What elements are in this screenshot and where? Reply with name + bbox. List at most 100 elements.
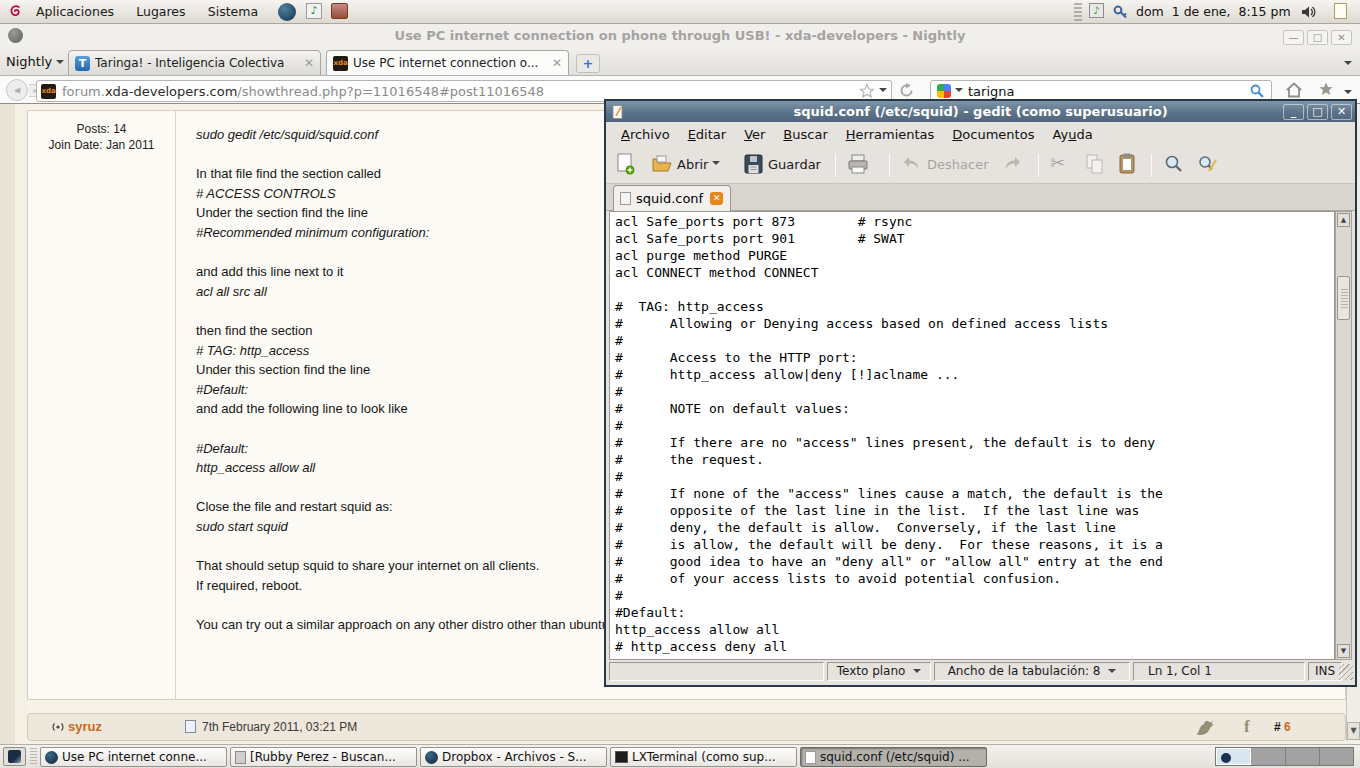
code-line: # bbox=[615, 418, 1334, 435]
maximize-button[interactable]: □ bbox=[1307, 30, 1328, 45]
post-author[interactable]: syruz bbox=[68, 719, 102, 734]
maximize-button[interactable]: □ bbox=[1307, 104, 1328, 120]
open-button[interactable]: Abrir bbox=[650, 152, 720, 176]
chevron-down-icon[interactable] bbox=[1344, 90, 1352, 98]
save-button[interactable]: Guardar bbox=[742, 152, 821, 176]
reload-icon[interactable] bbox=[898, 82, 915, 99]
taskbar-grip[interactable] bbox=[30, 748, 37, 765]
scroll-up-icon[interactable]: ▲ bbox=[1337, 213, 1350, 227]
code-line: http_access allow all bbox=[615, 622, 1334, 639]
facebook-icon[interactable]: f bbox=[1244, 717, 1250, 737]
code-line: # bbox=[615, 333, 1334, 350]
find-button[interactable] bbox=[1162, 152, 1186, 176]
replace-button[interactable] bbox=[1196, 152, 1220, 176]
task-use-pc[interactable]: Use PC internet conne... bbox=[40, 747, 227, 767]
undo-button[interactable]: Deshacer bbox=[900, 152, 988, 176]
scroll-down-icon[interactable]: ▼ bbox=[1337, 644, 1350, 658]
redo-button[interactable] bbox=[1000, 152, 1024, 176]
close-button[interactable]: ✕ bbox=[1331, 104, 1352, 120]
menu-herramientas[interactable]: Herramientas bbox=[837, 122, 944, 147]
code-line: # NOTE on default values: bbox=[615, 401, 1334, 418]
user-online-icon bbox=[50, 719, 66, 735]
editor-scrollbar[interactable]: ▲ ▼ bbox=[1335, 211, 1352, 660]
scrollbar-thumb[interactable] bbox=[1337, 276, 1350, 320]
workspace-2[interactable] bbox=[1251, 748, 1285, 765]
code-line: # TAG: http_access bbox=[615, 299, 1334, 316]
scroll-down-icon[interactable]: ▼ bbox=[1347, 722, 1360, 740]
print-button[interactable] bbox=[846, 152, 870, 176]
search-icon[interactable] bbox=[1249, 83, 1265, 99]
tray-notes-icon[interactable] bbox=[1334, 3, 1347, 19]
minimize-button[interactable]: _ bbox=[1283, 104, 1304, 120]
twitter-icon[interactable] bbox=[1194, 717, 1218, 739]
tray-music-icon[interactable]: ♪ bbox=[1089, 3, 1104, 18]
package-launcher-icon[interactable] bbox=[331, 3, 348, 19]
menu-documentos[interactable]: Documentos bbox=[943, 122, 1043, 147]
tray-key-icon[interactable] bbox=[1112, 3, 1129, 20]
workspace-3[interactable] bbox=[1286, 748, 1320, 765]
xda-favicon: xda bbox=[41, 84, 56, 99]
paste-button[interactable] bbox=[1116, 152, 1138, 176]
chevron-down-icon bbox=[1108, 669, 1116, 677]
app-menu-button[interactable]: Nightly bbox=[6, 51, 64, 73]
clock[interactable]: dom 1 de ene, 8:15 pm bbox=[1136, 0, 1291, 23]
volume-icon[interactable] bbox=[1300, 4, 1317, 20]
workspace-4[interactable] bbox=[1320, 748, 1353, 765]
task-gedit[interactable]: squid.conf (/etc/squid) ... bbox=[800, 747, 987, 767]
task-lxterminal[interactable]: LXTerminal (como sup... bbox=[610, 747, 797, 767]
post-number[interactable]: # 6 bbox=[1274, 720, 1291, 734]
new-tab-button[interactable]: + bbox=[576, 54, 600, 73]
workspace-switcher[interactable] bbox=[1215, 747, 1354, 766]
show-desktop-button[interactable] bbox=[3, 747, 26, 766]
menu-buscar[interactable]: Buscar bbox=[774, 122, 836, 147]
menu-ver[interactable]: Ver bbox=[735, 122, 774, 147]
language-selector[interactable]: Texto plano bbox=[827, 662, 931, 681]
music-launcher-icon[interactable]: ♪ bbox=[306, 3, 322, 19]
google-icon bbox=[937, 84, 951, 98]
cut-button[interactable]: ✂ bbox=[1050, 152, 1065, 173]
gedit-titlebar[interactable]: squid.conf (/etc/squid) - gedit (como su… bbox=[606, 101, 1355, 122]
workspace-1[interactable] bbox=[1216, 748, 1251, 765]
text-editor[interactable]: acl Safe_ports port 873 # rsyncacl Safe_… bbox=[609, 211, 1335, 660]
menu-ayuda[interactable]: Ayuda bbox=[1043, 122, 1101, 147]
chevron-down-icon bbox=[913, 669, 921, 677]
chevron-down-icon[interactable] bbox=[955, 88, 963, 96]
code-line: # bbox=[615, 384, 1334, 401]
menu-lugares[interactable]: Lugares bbox=[128, 0, 193, 23]
document-icon bbox=[620, 192, 631, 205]
tab-xda[interactable]: xda Use PC internet connection o... ✕ bbox=[326, 50, 569, 76]
task-rubby[interactable]: [Rubby Perez - Buscan... bbox=[230, 747, 417, 767]
menu-sistema[interactable]: Sistema bbox=[200, 0, 266, 23]
chevron-down-icon[interactable] bbox=[879, 88, 887, 96]
close-button[interactable]: ✕ bbox=[1331, 30, 1352, 45]
home-icon[interactable] bbox=[1284, 80, 1304, 100]
document-tab[interactable]: squid.conf ✕ bbox=[613, 185, 731, 211]
list-tabs-icon[interactable] bbox=[1344, 61, 1352, 69]
resize-grip[interactable] bbox=[1339, 664, 1353, 680]
bookmark-star-icon[interactable] bbox=[859, 83, 875, 99]
tab-close-icon[interactable]: ✕ bbox=[552, 56, 562, 70]
copy-button[interactable] bbox=[1084, 152, 1106, 176]
tab-close-icon[interactable]: ✕ bbox=[304, 56, 314, 70]
search-input[interactable]: tarigna bbox=[968, 84, 1014, 99]
menu-editar[interactable]: Editar bbox=[679, 122, 736, 147]
status-message bbox=[609, 662, 824, 681]
task-dropbox[interactable]: Dropbox - Archivos - S... bbox=[420, 747, 607, 767]
post-footer: syruz 7th February 2011, 03:21 PM f # 6 bbox=[27, 713, 1346, 741]
minimize-button[interactable]: — bbox=[1283, 30, 1304, 45]
tab-taringa[interactable]: T Taringa! - Inteligencia Colectiva ✕ bbox=[68, 50, 321, 76]
tab-width-selector[interactable]: Ancho de la tabulación: 8 bbox=[934, 662, 1130, 681]
menu-aplicaciones[interactable]: Aplicaciones bbox=[28, 0, 122, 23]
tab-close-icon[interactable]: ✕ bbox=[710, 192, 723, 205]
window-menu-button[interactable] bbox=[8, 28, 23, 43]
gedit-icon bbox=[610, 104, 626, 120]
gedit-tabbar: squid.conf ✕ bbox=[606, 184, 1355, 211]
menu-archivo[interactable]: Archivo bbox=[612, 122, 679, 147]
tray-grip[interactable] bbox=[1074, 3, 1082, 21]
browser-launcher-icon[interactable] bbox=[278, 3, 296, 21]
new-document-button[interactable] bbox=[614, 152, 636, 176]
back-button[interactable]: ◂ bbox=[6, 79, 28, 101]
bookmarks-menu-icon[interactable] bbox=[1316, 80, 1336, 100]
debian-logo-icon[interactable] bbox=[7, 3, 24, 20]
taskbar: Use PC internet conne... [Rubby Perez - … bbox=[0, 744, 1360, 768]
